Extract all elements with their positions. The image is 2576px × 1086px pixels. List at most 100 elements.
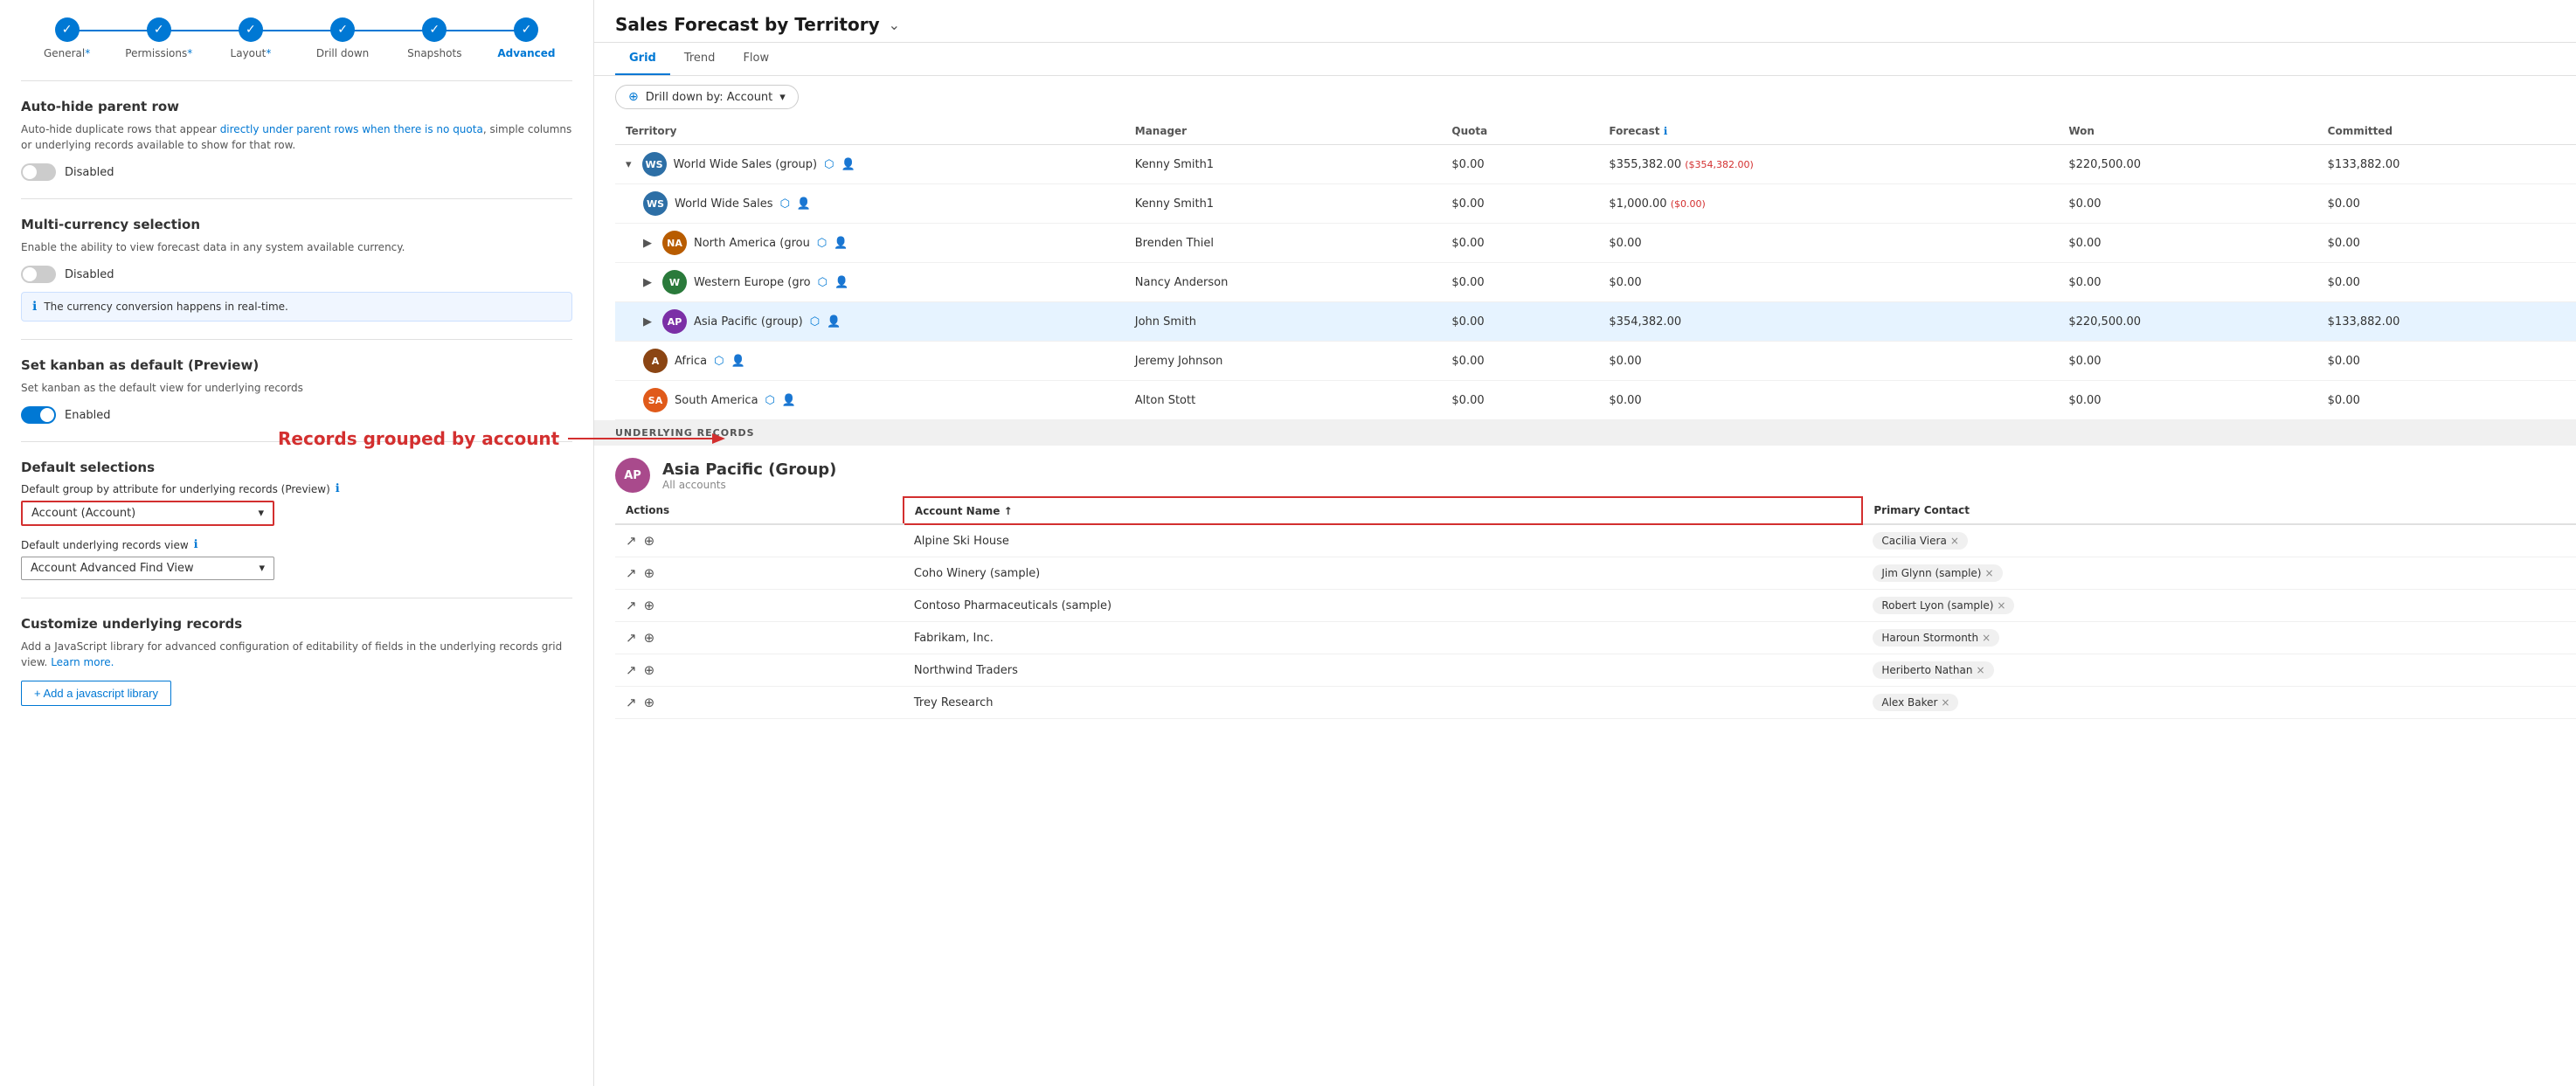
underlying-row: ↗ ⊕ Coho Winery (sample) Jim Glynn (samp… (615, 557, 2576, 590)
more-options-icon[interactable]: ⊕ (644, 662, 655, 678)
cell-quota: $0.00 (1441, 145, 1598, 184)
user-icon[interactable]: 👤 (782, 394, 796, 407)
user-icon[interactable]: 👤 (797, 197, 811, 211)
remove-contact-icon[interactable]: × (1941, 696, 1949, 709)
col-committed: Committed (2317, 118, 2576, 145)
tab-grid[interactable]: Grid (615, 43, 670, 75)
remove-contact-icon[interactable]: × (1950, 535, 1959, 547)
expand-icon[interactable]: ▶ (643, 315, 652, 329)
step-general[interactable]: ✓ General* (21, 17, 113, 59)
expand-icon[interactable]: ▾ (626, 158, 632, 171)
expand-icon[interactable]: ▶ (643, 276, 652, 289)
cell-manager: Jeremy Johnson (1125, 342, 1442, 381)
forecast-dropdown-chevron[interactable]: ⌄ (889, 17, 900, 33)
step-permissions-circle: ✓ (147, 17, 171, 42)
step-general-label: General* (44, 47, 90, 59)
underlying-col-account-name: Account Name ↑ (904, 497, 1862, 524)
open-record-icon[interactable]: ↗ (626, 695, 637, 710)
user-icon[interactable]: 👤 (834, 237, 848, 250)
open-record-icon[interactable]: ↗ (626, 662, 637, 678)
territory-avatar: NA (662, 231, 687, 255)
share-icon[interactable]: ⬡ (810, 315, 820, 329)
expand-icon[interactable]: ▶ (643, 237, 652, 250)
tab-trend[interactable]: Trend (670, 43, 730, 75)
remove-contact-icon[interactable]: × (1985, 567, 1994, 579)
cell-manager: Brenden Thiel (1125, 224, 1442, 263)
multicurrency-section: Multi-currency selection Enable the abil… (21, 198, 572, 339)
row-icons: ⬡ 👤 (714, 355, 745, 368)
account-name-cell: Northwind Traders (904, 654, 1862, 687)
share-icon[interactable]: ⬡ (765, 394, 775, 407)
user-icon[interactable]: 👤 (841, 158, 855, 171)
user-icon[interactable]: 👤 (731, 355, 744, 368)
tab-flow[interactable]: Flow (729, 43, 783, 75)
grid-wrap: Territory Manager Quota Forecast ℹ Won C… (594, 118, 2576, 420)
multicurrency-desc: Enable the ability to view forecast data… (21, 239, 572, 255)
remove-contact-icon[interactable]: × (1997, 599, 2005, 612)
group-dropdown[interactable]: Account (Account) ▾ (21, 501, 274, 526)
account-name-cell: Fabrikam, Inc. (904, 622, 1862, 654)
step-drilldown[interactable]: ✓ Drill down (297, 17, 389, 59)
underlying-group-sub: All accounts (662, 479, 836, 491)
multicurrency-info: ℹ The currency conversion happens in rea… (21, 292, 572, 322)
underlying-title-row: AP Asia Pacific (Group) All accounts (594, 446, 2576, 496)
share-icon[interactable]: ⬡ (817, 237, 827, 250)
cell-committed: $0.00 (2317, 184, 2576, 224)
learn-more-link[interactable]: Learn more. (51, 656, 114, 668)
multicurrency-title: Multi-currency selection (21, 217, 572, 232)
cell-forecast: $0.00 (1598, 224, 2058, 263)
cell-forecast: $1,000.00 ($0.00) (1598, 184, 2058, 224)
more-options-icon[interactable]: ⊕ (644, 565, 655, 581)
open-record-icon[interactable]: ↗ (626, 565, 637, 581)
step-layout[interactable]: ✓ Layout* (204, 17, 296, 59)
user-icon[interactable]: 👤 (827, 315, 841, 329)
row-icons: ⬡ 👤 (818, 276, 849, 289)
kanban-toggle[interactable] (21, 406, 56, 424)
cell-manager: Nancy Anderson (1125, 263, 1442, 302)
share-icon[interactable]: ⬡ (824, 158, 834, 171)
view-label-row: Default underlying records view ℹ (21, 538, 572, 551)
more-options-icon[interactable]: ⊕ (644, 533, 655, 549)
row-icons: ⬡ 👤 (810, 315, 841, 329)
customize-section: Customize underlying records Add a JavaS… (21, 598, 572, 723)
territory-name: Western Europe (gro (694, 276, 811, 289)
step-drilldown-circle: ✓ (330, 17, 355, 42)
share-icon[interactable]: ⬡ (818, 276, 828, 289)
territory-name: World Wide Sales (675, 197, 773, 211)
cell-won: $220,500.00 (2058, 302, 2316, 342)
cell-manager: Alton Stott (1125, 381, 1442, 420)
underlying-row: ↗ ⊕ Contoso Pharmaceuticals (sample) Rob… (615, 590, 2576, 622)
step-snapshots[interactable]: ✓ Snapshots (389, 17, 481, 59)
step-advanced[interactable]: ✓ Advanced (481, 17, 572, 59)
account-name-cell: Coho Winery (sample) (904, 557, 1862, 590)
territory-avatar: AP (662, 309, 687, 334)
open-record-icon[interactable]: ↗ (626, 533, 637, 549)
autohide-toggle[interactable] (21, 163, 56, 181)
remove-contact-icon[interactable]: × (1982, 632, 1991, 644)
step-permissions[interactable]: ✓ Permissions* (113, 17, 204, 59)
more-options-icon[interactable]: ⊕ (644, 598, 655, 613)
territory-name: World Wide Sales (group) (674, 158, 818, 171)
row-icons: ⬡ 👤 (765, 394, 797, 407)
view-dropdown[interactable]: Account Advanced Find View ▾ (21, 557, 274, 580)
step-advanced-label: Advanced (497, 47, 555, 59)
kanban-title: Set kanban as default (Preview) (21, 357, 572, 373)
right-panel: Sales Forecast by Territory ⌄ Grid Trend… (594, 0, 2576, 1086)
more-options-icon[interactable]: ⊕ (644, 630, 655, 646)
share-icon[interactable]: ⬡ (780, 197, 790, 211)
open-record-icon[interactable]: ↗ (626, 598, 637, 613)
remove-contact-icon[interactable]: × (1976, 664, 1984, 676)
contact-tag: Cacilia Viera × (1873, 532, 1968, 550)
forecast-tabs: Grid Trend Flow (594, 43, 2576, 76)
share-icon[interactable]: ⬡ (714, 355, 724, 368)
drilldown-button[interactable]: ⊕ Drill down by: Account ▾ (615, 85, 799, 109)
user-icon[interactable]: 👤 (834, 276, 848, 289)
multicurrency-toggle[interactable] (21, 266, 56, 283)
cell-territory: WS World Wide Sales ⬡ 👤 (615, 184, 1125, 224)
view-label: Default underlying records view (21, 539, 189, 551)
add-javascript-button[interactable]: + Add a javascript library (21, 681, 171, 706)
more-options-icon[interactable]: ⊕ (644, 695, 655, 710)
open-record-icon[interactable]: ↗ (626, 630, 637, 646)
cell-forecast: $0.00 (1598, 381, 2058, 420)
cell-committed: $0.00 (2317, 224, 2576, 263)
